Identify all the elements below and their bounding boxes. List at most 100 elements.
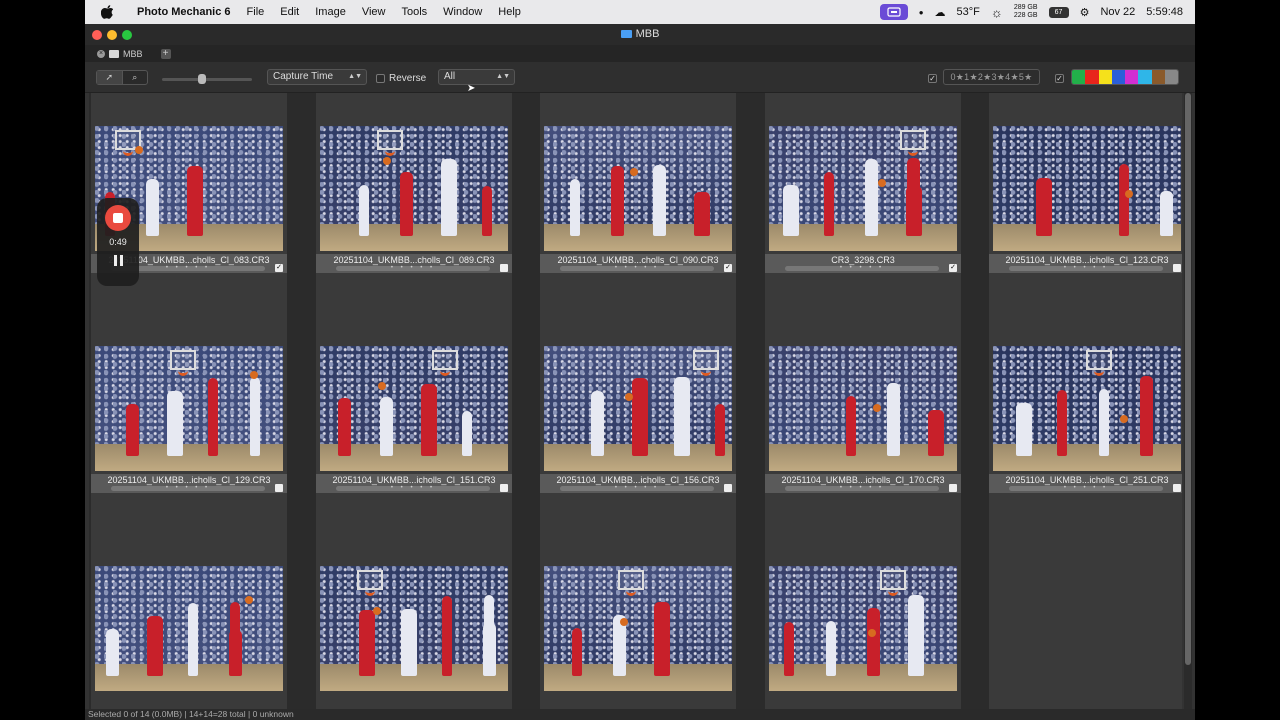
photo-thumbnail[interactable] — [320, 126, 508, 251]
star-rating-bar[interactable]: • • • • • — [785, 265, 939, 271]
photo-caption: 20251104_UKMBB...cholls_Cl_089.CR3 • • • … — [316, 254, 512, 273]
storage-readout[interactable]: 289 GB 228 GB — [1014, 4, 1038, 20]
menu-app-name[interactable]: Photo Mechanic 6 — [137, 6, 231, 18]
photo-thumbnail[interactable] — [769, 346, 957, 471]
photo-cell[interactable]: 20251104_UKMBB...icholls_Cl_129.CR3 • • •… — [91, 312, 287, 532]
photo-cell[interactable]: 20251104_UKMBB...icholls_Cl_156.CR3 • • •… — [540, 312, 736, 532]
star-rating-bar[interactable]: • • • • • — [336, 265, 490, 271]
apple-icon[interactable] — [97, 2, 117, 22]
photo-thumbnail[interactable] — [95, 346, 283, 471]
photo-cell[interactable]: 20251104_UKMBB...cholls_Cl_089.CR3 • • • … — [316, 93, 512, 312]
photo-thumbnail[interactable] — [320, 566, 508, 691]
color-class-swatch[interactable] — [1111, 70, 1125, 84]
tag-checkbox[interactable] — [949, 484, 957, 492]
star-rating-bar[interactable]: • • • • • — [560, 485, 714, 491]
screen-recording-indicator[interactable] — [879, 4, 908, 20]
tag-checkbox[interactable] — [500, 264, 508, 272]
photo-cell[interactable] — [765, 532, 961, 709]
tag-checkbox[interactable] — [500, 484, 508, 492]
tag-checkbox[interactable]: ✓ — [949, 264, 957, 272]
tag-checkbox[interactable]: ✓ — [724, 264, 732, 272]
add-tab-button[interactable]: + — [160, 48, 171, 59]
star-filter-checkbox[interactable]: ✓ — [928, 74, 937, 83]
pointer-tool-icon[interactable]: ➚ — [97, 71, 123, 84]
star-rating-bar[interactable]: • • • • • — [1009, 265, 1163, 271]
star-rating-bar[interactable]: • • • • • — [336, 485, 490, 491]
photo-thumbnail[interactable] — [993, 346, 1181, 471]
color-filter-checkbox[interactable]: ✓ — [1055, 74, 1064, 83]
menu-help[interactable]: Help — [498, 6, 521, 18]
menu-window[interactable]: Window — [443, 6, 482, 18]
filter-value: All — [444, 71, 456, 82]
menu-tools[interactable]: Tools — [401, 6, 427, 18]
scrollbar-thumb[interactable] — [1185, 93, 1191, 665]
slider-knob[interactable] — [198, 74, 206, 84]
color-class-swatch[interactable] — [1164, 70, 1178, 84]
star-rating-bar[interactable]: • • • • • — [1009, 485, 1163, 491]
tag-checkbox[interactable] — [724, 484, 732, 492]
color-class-swatch[interactable] — [1085, 70, 1099, 84]
temperature-label[interactable]: 53°F — [957, 6, 980, 18]
zoom-tool-icon[interactable]: ⌕ — [123, 71, 148, 84]
tag-checkbox[interactable] — [275, 484, 283, 492]
photo-thumbnail[interactable] — [993, 126, 1181, 251]
sort-order-select[interactable]: Capture Time ▲▼ — [267, 69, 367, 85]
photo-cell[interactable]: 20251104_UKMBB...icholls_Cl_170.CR3 • • •… — [765, 312, 961, 532]
photo-cell[interactable]: CR3_3298.CR3 • • • • • ✓ — [765, 93, 961, 312]
menu-edit[interactable]: Edit — [280, 6, 299, 18]
photo-caption: 20251104_UKMBB...icholls_Cl_156.CR3 • • •… — [540, 474, 736, 493]
player-figure — [783, 185, 799, 236]
basketball — [868, 629, 876, 637]
brightness-icon[interactable]: ☼ — [991, 5, 1003, 20]
menu-view[interactable]: View — [362, 6, 386, 18]
photo-cell[interactable] — [316, 532, 512, 709]
photo-cell[interactable]: 20251104_UKMBB...icholls_Cl_123.CR3 • • •… — [989, 93, 1182, 312]
player-figure — [250, 377, 260, 456]
color-class-swatch[interactable] — [1151, 70, 1165, 84]
vertical-scrollbar[interactable] — [1184, 93, 1192, 709]
star-rating-bar[interactable]: • • • • • — [560, 265, 714, 271]
star-rating-bar[interactable]: • • • • • — [111, 485, 265, 491]
tag-checkbox[interactable]: ✓ — [275, 264, 283, 272]
color-class-swatch[interactable] — [1072, 70, 1086, 84]
tab-label: MBB — [123, 48, 143, 59]
close-tab-icon[interactable]: × — [97, 49, 105, 58]
tab-mbb[interactable]: × MBB — [93, 46, 147, 61]
tag-checkbox[interactable] — [1173, 264, 1181, 272]
menu-file[interactable]: File — [247, 6, 265, 18]
toolbar: ➚ ⌕ Capture Time ▲▼ Reverse All ▲▼ ➤ ✓ 0… — [85, 62, 1195, 94]
player-figure — [483, 623, 496, 676]
stop-recording-button[interactable] — [105, 205, 131, 231]
player-figure — [421, 384, 437, 456]
photo-cell[interactable] — [91, 532, 287, 709]
color-class-filter[interactable] — [1071, 69, 1179, 85]
tag-checkbox[interactable] — [1173, 484, 1181, 492]
photo-cell[interactable]: 20251104_UKMBB...icholls_Cl_151.CR3 • • •… — [316, 312, 512, 532]
color-class-swatch[interactable] — [1138, 70, 1152, 84]
photo-caption: 20251104_UKMBB...icholls_Cl_151.CR3 • • •… — [316, 474, 512, 493]
photo-thumbnail[interactable] — [544, 566, 732, 691]
menubar-date[interactable]: Nov 22 — [1100, 6, 1135, 18]
menu-image[interactable]: Image — [315, 6, 346, 18]
photo-cell[interactable] — [540, 532, 736, 709]
reverse-checkbox[interactable] — [376, 74, 385, 83]
color-class-swatch[interactable] — [1125, 70, 1139, 84]
photo-thumbnail[interactable] — [544, 126, 732, 251]
photo-thumbnail[interactable] — [544, 346, 732, 471]
filter-select[interactable]: All ▲▼ — [438, 69, 515, 85]
photo-thumbnail[interactable] — [769, 566, 957, 691]
pause-icon[interactable] — [113, 255, 123, 266]
star-rating-bar[interactable]: • • • • • — [785, 485, 939, 491]
thumbnail-size-slider[interactable] — [162, 74, 252, 84]
color-class-swatch[interactable] — [1098, 70, 1112, 84]
weather-cloud-icon[interactable]: ☁ — [935, 6, 946, 19]
photo-thumbnail[interactable] — [320, 346, 508, 471]
photo-cell[interactable]: 20251104_UKMBB...icholls_Cl_251.CR3 • • •… — [989, 312, 1182, 532]
photo-cell[interactable]: 20251104_UKMBB...cholls_Cl_090.CR3 • • • … — [540, 93, 736, 312]
menubar-clock[interactable]: 5:59:48 — [1146, 6, 1183, 18]
photo-thumbnail[interactable] — [95, 566, 283, 691]
star-rating-filter[interactable]: 0★1★2★3★4★5★ — [943, 69, 1040, 85]
photo-thumbnail[interactable] — [769, 126, 957, 251]
battery-icon[interactable]: 67 — [1048, 6, 1069, 18]
control-center-icon[interactable]: ⚙ — [1080, 6, 1090, 19]
